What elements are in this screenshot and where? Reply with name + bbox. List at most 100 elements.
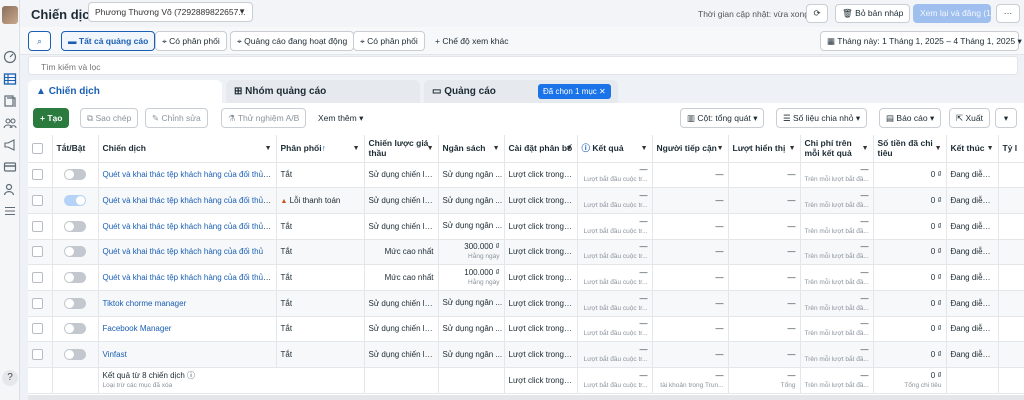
edit-button[interactable]: ✎ Chỉnh sửa	[145, 108, 208, 128]
filter-has-delivery-2[interactable]: ⌖ Có phân phối	[353, 31, 425, 51]
col-attribution[interactable]: Cài đặt phân bổ ▼	[504, 135, 578, 163]
col-bid-strategy[interactable]: Chiến lược giá thầu ▼	[364, 135, 439, 163]
pages-icon[interactable]	[3, 94, 17, 108]
col-cost-per-result[interactable]: Chi phí trên mỗi kết quả ▼	[800, 135, 874, 163]
campaign-name[interactable]: Facebook Manager	[98, 316, 277, 343]
date-range-picker[interactable]: ▦ Tháng này: 1 Tháng 1, 2025 – 4 Tháng 1…	[820, 31, 1022, 51]
reports-button[interactable]: ▤ Báo cáo ▾	[879, 108, 942, 128]
filter-has-delivery[interactable]: ⌖ Có phân phối	[155, 31, 227, 51]
toggle-switch[interactable]	[64, 323, 86, 335]
campaign-link[interactable]: Vinfast	[103, 350, 127, 359]
search-toggle-button[interactable]: ⌕	[28, 31, 51, 51]
toggle-switch[interactable]	[64, 195, 86, 207]
avatar[interactable]	[2, 6, 18, 24]
campaign-link[interactable]: Quét và khai thác tệp khách hàng của đối…	[103, 222, 275, 231]
bid-strategy: Sử dụng chiến lư...	[364, 213, 439, 240]
more-actions-button[interactable]: Xem thêm ▾	[311, 108, 371, 128]
table-row[interactable]: Quét và khai thác tệp khách hàng của đối…	[28, 162, 1024, 189]
row-checkbox[interactable]	[32, 323, 43, 335]
refresh-icon: ⟳	[813, 8, 821, 18]
menu-icon[interactable]	[3, 204, 17, 218]
row-toggle-cell	[52, 290, 99, 317]
ab-test-button[interactable]: ⚗ Thử nghiệm A/B	[221, 108, 307, 128]
toggle-switch[interactable]	[64, 272, 86, 284]
campaign-link[interactable]: Quét và khai thác tệp khách hàng của đối…	[103, 170, 275, 179]
filter-all-ads[interactable]: ▬ Tất cả quảng cáo	[61, 31, 156, 51]
tab-ad-sets[interactable]: ⊞ Nhóm quảng cáo	[226, 80, 420, 103]
duplicate-button[interactable]: ⧉ Sao chép	[80, 108, 139, 128]
col-impressions[interactable]: Lượt hiển thị ▼	[728, 135, 801, 163]
table-row[interactable]: Quét và khai thác tệp khách hàng của đối…	[28, 213, 1024, 240]
horizontal-scrollbar[interactable]	[28, 395, 1024, 400]
table-row[interactable]: Quét và khai thác tệp khách hàng của đối…	[28, 187, 1024, 214]
users-icon[interactable]	[3, 182, 17, 196]
col-results[interactable]: ⓘ Kết quả ▼	[577, 135, 653, 163]
row-checkbox[interactable]	[32, 246, 43, 258]
campaign-name[interactable]: Quét và khai thác tệp khách hàng của đối…	[98, 162, 277, 189]
table-row[interactable]: Facebook Manager Tắt Sử dụng chiến lư...…	[28, 316, 1024, 343]
filter-active-ads[interactable]: ⌖ Quảng cáo đang hoạt động	[230, 31, 355, 51]
col-campaign[interactable]: Chiến dịch ▼	[98, 135, 277, 163]
export-button[interactable]: ⇱ Xuất	[949, 108, 990, 128]
cost-per-result: — Trên mỗi lượt bắt đầ...	[800, 187, 874, 214]
billing-icon[interactable]	[3, 160, 17, 174]
campaign-name[interactable]: Tiktok chorme manager	[98, 290, 277, 317]
campaign-name[interactable]: Quét và khai thác tệp khách hàng của đối…	[98, 264, 277, 291]
campaign-link[interactable]: Facebook Manager	[103, 324, 172, 333]
col-delivery[interactable]: Phân phối↑ ▼	[276, 135, 365, 163]
campaign-link[interactable]: Quét và khai thác tệp khách hàng của đối…	[103, 247, 264, 256]
row-checkbox[interactable]	[32, 297, 43, 309]
discard-draft-button[interactable]: 🗑 Bỏ bản nháp	[835, 4, 911, 23]
table-row[interactable]: Tiktok chorme manager Tắt Sử dụng chiến …	[28, 290, 1024, 317]
row-checkbox[interactable]	[32, 169, 43, 181]
audience-icon[interactable]	[3, 116, 17, 130]
more-views-button[interactable]: + Chế độ xem khác	[428, 31, 515, 51]
more-options-button[interactable]: ···	[996, 4, 1020, 23]
row-checkbox[interactable]	[32, 195, 43, 207]
select-all-checkbox[interactable]	[32, 142, 43, 154]
account-selector[interactable]: Phương Thương Võ (7292889822657... ▼	[88, 2, 253, 22]
campaign-link[interactable]: Quét và khai thác tệp khách hàng của đối…	[103, 273, 275, 282]
toggle-switch[interactable]	[64, 169, 86, 181]
toggle-switch[interactable]	[64, 349, 86, 361]
export-dropdown-button[interactable]: ▾	[995, 108, 1017, 128]
review-publish-button[interactable]: Xem lại và đăng (1)	[913, 4, 994, 23]
tab-campaigns[interactable]: ▲ Chiến dịch	[28, 80, 222, 103]
update-status: Thời gian cập nhật: vừa xong	[698, 9, 809, 19]
campaign-link[interactable]: Tiktok chorme manager	[103, 299, 187, 308]
table-row[interactable]: Quét và khai thác tệp khách hàng của đối…	[28, 239, 1024, 266]
col-budget[interactable]: Ngân sách ▼	[438, 135, 505, 163]
col-ends[interactable]: Kết thúc ▼	[946, 135, 999, 163]
row-checkbox[interactable]	[32, 220, 43, 232]
table-icon[interactable]	[3, 72, 17, 86]
col-amount-spent[interactable]: Số tiền đã chi tiêu ▼	[873, 135, 947, 163]
create-button[interactable]: + Tạo	[33, 108, 70, 128]
table-row[interactable]: Quét và khai thác tệp khách hàng của đối…	[28, 264, 1024, 291]
sort-icon: ▼	[986, 145, 994, 152]
columns-button[interactable]: ▥ Cột: tổng quát ▾	[680, 108, 765, 128]
close-icon[interactable]: ✕	[599, 87, 606, 96]
help-icon[interactable]: ?	[2, 370, 18, 386]
megaphone-icon[interactable]	[3, 138, 17, 152]
toggle-switch[interactable]	[64, 297, 86, 309]
toggle-switch[interactable]	[64, 220, 86, 232]
campaign-name[interactable]: Quét và khai thác tệp khách hàng của đối…	[98, 187, 277, 214]
breakdown-button[interactable]: ☰ Số liệu chia nhỏ ▾	[776, 108, 868, 128]
table-row[interactable]: Vinfast Tắt Sử dụng chiến lư... Sử dụng …	[28, 341, 1024, 368]
campaign-name[interactable]: Quét và khai thác tệp khách hàng của đối…	[98, 213, 277, 240]
search-input[interactable]	[29, 57, 1017, 77]
bid-strategy: Sử dụng chiến lư...	[364, 290, 439, 317]
campaign-link[interactable]: Quét và khai thác tệp khách hàng của đối…	[103, 196, 275, 205]
col-reach[interactable]: Người tiếp cận ▼	[652, 135, 729, 163]
dashboard-icon[interactable]	[3, 50, 17, 64]
col-toggle[interactable]: Tắt/Bật	[52, 135, 99, 163]
row-checkbox[interactable]	[32, 349, 43, 361]
col-rate[interactable]: Tỷ l	[998, 135, 1024, 163]
toggle-switch[interactable]	[64, 246, 86, 258]
campaign-name[interactable]: Vinfast	[98, 341, 277, 368]
refresh-button[interactable]: ⟳	[806, 4, 828, 23]
campaign-name[interactable]: Quét và khai thác tệp khách hàng của đối…	[98, 239, 277, 266]
selected-count-badge[interactable]: Đã chọn 1 mục ✕	[538, 84, 611, 99]
select-all-cell	[28, 135, 53, 163]
row-checkbox[interactable]	[32, 272, 43, 284]
